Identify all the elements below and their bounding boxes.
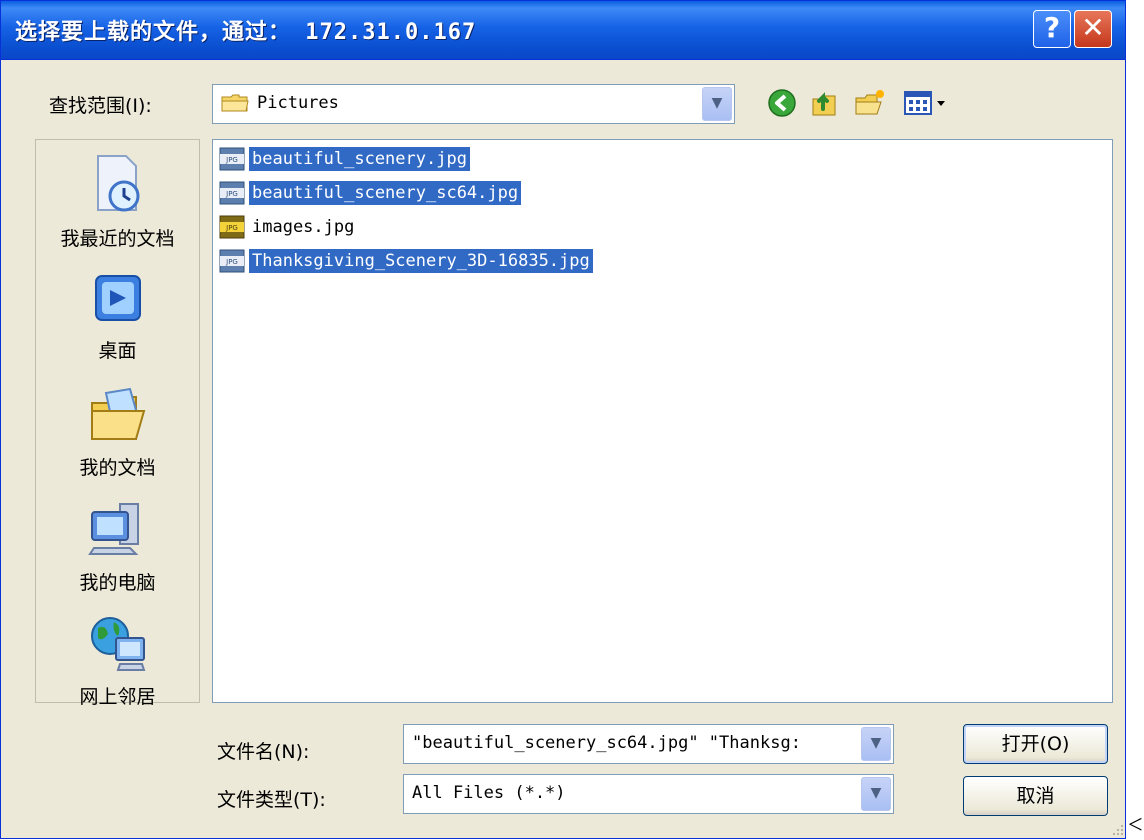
- jpg-file-icon: JPG: [219, 249, 245, 273]
- up-folder-icon[interactable]: [809, 87, 841, 119]
- file-name: Thanksgiving_Scenery_3D-16835.jpg: [249, 249, 593, 273]
- file-name: images.jpg: [252, 217, 355, 237]
- place-label-my-computer: 我的电脑: [79, 572, 156, 594]
- jpg-file-icon: JPG: [219, 147, 245, 171]
- file-name-label: 文件名(N):: [217, 741, 310, 763]
- stray-text: <: [1128, 810, 1143, 839]
- svg-text:JPG: JPG: [225, 190, 238, 198]
- close-button[interactable]: ✕: [1074, 10, 1112, 48]
- place-network[interactable]: 网上邻居: [36, 612, 199, 709]
- my-documents-icon: [90, 387, 145, 440]
- my-computer-icon: [87, 503, 139, 555]
- desktop-icon: [94, 275, 141, 321]
- chevron-down-icon[interactable]: ▼: [861, 777, 891, 811]
- place-desktop[interactable]: 桌面: [36, 270, 199, 363]
- file-item[interactable]: JPG images.jpg: [217, 212, 357, 242]
- file-name-field[interactable]: "beautiful_scenery_sc64.jpg" "Thanksg: ▼: [403, 724, 894, 764]
- file-name: beautiful_scenery_sc64.jpg: [249, 181, 522, 205]
- place-recent-documents[interactable]: 我最近的文档: [36, 152, 199, 251]
- file-list[interactable]: JPG beautiful_scenery.jpg JPG beautiful_…: [212, 139, 1113, 703]
- place-label-desktop: 桌面: [98, 340, 137, 362]
- file-item[interactable]: JPG beautiful_scenery_sc64.jpg: [217, 178, 522, 208]
- file-type-label: 文件类型(T):: [217, 789, 326, 811]
- place-label-network: 网上邻居: [79, 686, 156, 708]
- look-in-value: Pictures: [257, 93, 339, 113]
- file-item[interactable]: JPG beautiful_scenery.jpg: [217, 144, 470, 174]
- open-button[interactable]: 打开(O): [963, 724, 1108, 764]
- title-bar[interactable]: 选择要上载的文件，通过： 172.31.0.167 ? ✕: [1, 1, 1125, 60]
- help-button[interactable]: ?: [1033, 10, 1071, 48]
- file-name-value[interactable]: "beautiful_scenery_sc64.jpg" "Thanksg:: [412, 733, 857, 753]
- resize-grip-icon[interactable]: [1107, 823, 1125, 839]
- svg-text:JPG: JPG: [225, 258, 238, 266]
- dialog-title: 选择要上载的文件，通过： 172.31.0.167: [15, 20, 477, 45]
- svg-text:JPG: JPG: [225, 224, 238, 232]
- chevron-down-icon[interactable]: ▼: [702, 87, 732, 121]
- place-label-my-documents: 我的文档: [79, 457, 156, 479]
- back-icon[interactable]: [766, 87, 798, 119]
- cancel-button[interactable]: 取消: [963, 776, 1108, 816]
- places-bar: 我最近的文档 桌面 我的文档 我的电脑 网上邻居: [35, 139, 200, 708]
- chevron-down-icon[interactable]: ▼: [861, 727, 891, 761]
- file-name: beautiful_scenery.jpg: [249, 147, 470, 171]
- new-folder-icon[interactable]: [853, 87, 887, 119]
- jpg-file-icon: JPG: [219, 181, 245, 205]
- folder-icon: [221, 94, 249, 112]
- recent-documents-icon: [96, 155, 139, 212]
- file-type-dropdown[interactable]: All Files (*.*) ▼: [403, 774, 894, 814]
- file-type-value: All Files (*.*): [412, 783, 566, 803]
- file-open-dialog: 选择要上载的文件，通过： 172.31.0.167 ? ✕ 查找范围(I): P…: [0, 0, 1126, 839]
- jpg-file-icon: JPG: [219, 215, 245, 239]
- place-my-computer[interactable]: 我的电脑: [36, 498, 199, 595]
- network-places-icon: [90, 617, 145, 671]
- place-label-recent: 我最近的文档: [60, 228, 175, 250]
- look-in-dropdown[interactable]: Pictures ▼: [212, 84, 735, 124]
- look-in-label: 查找范围(I):: [49, 95, 152, 117]
- file-item[interactable]: JPG Thanksgiving_Scenery_3D-16835.jpg: [217, 246, 593, 276]
- view-menu-icon[interactable]: [902, 87, 950, 119]
- place-my-documents[interactable]: 我的文档: [36, 385, 199, 480]
- svg-text:JPG: JPG: [225, 156, 238, 164]
